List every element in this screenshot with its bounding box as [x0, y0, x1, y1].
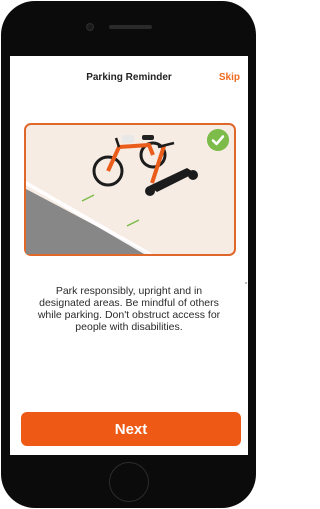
check-circle-icon	[207, 129, 229, 151]
parking-illustration	[24, 123, 236, 256]
parking-message: Park responsibly, upright and in designa…	[37, 285, 221, 333]
scooter-rear-wheel	[188, 170, 198, 180]
speaker-grille	[109, 25, 152, 29]
bike-basket	[122, 135, 134, 143]
page-title: Parking Reminder	[86, 72, 172, 83]
camera-icon	[87, 24, 93, 30]
scroll-indicator	[245, 282, 247, 284]
app-screen: Parking Reminder Skip Park responsibly, …	[10, 56, 248, 455]
home-button[interactable]	[109, 462, 149, 502]
scooter-front-wheel	[145, 186, 155, 196]
phone-frame: Parking Reminder Skip Park responsibly, …	[1, 1, 256, 508]
skip-button[interactable]: Skip	[219, 72, 240, 83]
bike-seat	[142, 135, 154, 140]
next-button[interactable]: Next	[21, 412, 241, 446]
